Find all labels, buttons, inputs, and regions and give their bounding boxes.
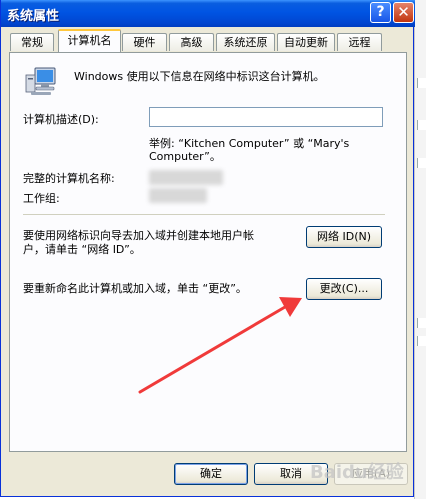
computer-description-input[interactable] [149, 107, 383, 127]
network-id-text-line2: 户，请单击 “网络 ID”。 [23, 243, 141, 256]
separator [23, 214, 385, 215]
tab-general[interactable]: 常规 [10, 33, 54, 51]
bg-mark [417, 318, 426, 328]
bg-mark [417, 336, 426, 346]
full-name-value-redacted [149, 170, 223, 185]
change-button[interactable]: 更改(C)... [306, 278, 382, 300]
bg-mark [417, 158, 426, 168]
computer-icon [25, 67, 56, 95]
tab-remote[interactable]: 远程 [337, 33, 382, 51]
window-title: 系统属性 [7, 9, 60, 24]
background-window-edge [414, 0, 426, 499]
description-label: 计算机描述(D): [23, 113, 99, 126]
tab-advanced[interactable]: 高级 [169, 33, 214, 51]
rename-text: 要重新命名此计算机或加入域，单击 “更改”。 [23, 282, 247, 295]
tab-computer-name[interactable]: 计算机名 [58, 29, 121, 52]
network-id-button[interactable]: 网络 ID(N) [306, 226, 382, 248]
tab-strip: 常规 计算机名 硬件 高级 系统还原 自动更新 远程 [1, 29, 415, 53]
full-name-label: 完整的计算机名称: [23, 172, 115, 185]
tab-automatic-updates[interactable]: 自动更新 [277, 33, 335, 51]
tab-system-restore[interactable]: 系统还原 [216, 33, 275, 51]
system-properties-dialog: 系统属性 ? ✕ 常规 计算机名 硬件 高级 系统还原 自动更新 远程 Wind… [0, 0, 415, 497]
bg-mark [417, 120, 426, 130]
workgroup-label: 工作组: [23, 192, 60, 205]
close-icon[interactable]: ✕ [393, 2, 414, 23]
bg-mark [417, 78, 426, 88]
workgroup-value-redacted [149, 188, 207, 203]
example-text-line2: Computer”。 [149, 150, 221, 163]
tab-hardware[interactable]: 硬件 [122, 33, 167, 51]
watermark: Baidu经验 [310, 462, 404, 483]
intro-text: Windows 使用以下信息在网络中标识这台计算机。 [74, 70, 325, 83]
help-icon[interactable]: ? [370, 2, 391, 23]
ok-button[interactable]: 确定 [174, 463, 248, 485]
title-bar[interactable]: 系统属性 ? ✕ [1, 0, 415, 27]
